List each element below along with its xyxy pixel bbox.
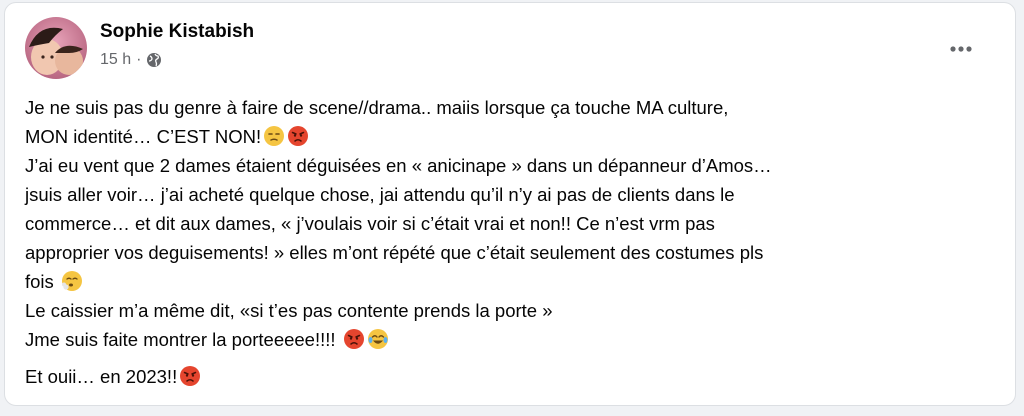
post-text-line: J’ai eu vent que 2 dames étaient déguisé…: [25, 155, 772, 176]
unamused-face-icon: [264, 126, 285, 146]
post-text-line: jsuis aller voir… j’ai acheté quelque ch…: [25, 184, 735, 205]
post-text-line: Le caissier m’a même dit, «si t’es pas c…: [25, 300, 553, 321]
angry-face-icon: [180, 366, 201, 386]
angry-face-icon: [343, 329, 364, 349]
post-header: Sophie Kistabish 15 h ·: [25, 17, 995, 81]
post-card: Sophie Kistabish 15 h · Je ne suis pas d…: [4, 2, 1016, 406]
face-exhaling-icon: [61, 271, 82, 291]
avatar[interactable]: [25, 17, 87, 79]
meta-separator: ·: [136, 51, 142, 68]
post-body: Je ne suis pas du genre à faire de scene…: [25, 93, 995, 391]
post-text-line: Je ne suis pas du genre à faire de scene…: [25, 97, 729, 118]
author-name[interactable]: Sophie Kistabish: [100, 21, 254, 43]
post-text-line: fois: [25, 267, 995, 296]
post-text-line: approprier vos deguisements! » elles m’o…: [25, 242, 764, 263]
post-text-line: Jme suis faite montrer la porteeeee!!!!: [25, 325, 995, 354]
post-text-line: commerce… et dit aux dames, « j’voulais …: [25, 213, 715, 234]
post-text-line: Et ouii… en 2023!!: [25, 362, 995, 391]
more-options-icon[interactable]: [941, 29, 981, 69]
angry-face-icon: [288, 126, 309, 146]
tears-of-joy-face-icon: [367, 329, 388, 349]
globe-icon[interactable]: [146, 52, 162, 68]
post-text-line: MON identité… C’EST NON!: [25, 122, 995, 151]
post-meta: 15 h ·: [100, 51, 162, 69]
post-time[interactable]: 15 h: [100, 51, 131, 69]
